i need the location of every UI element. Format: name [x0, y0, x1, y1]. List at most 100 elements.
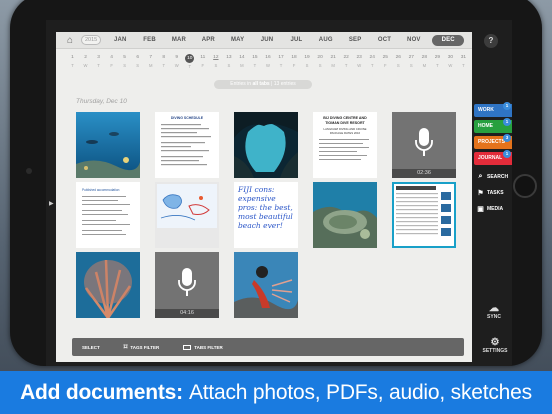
photo-tile-divers[interactable] [76, 112, 140, 178]
day-23[interactable]: 23 W [355, 54, 364, 74]
tab-projects[interactable]: PROJECTS 3 [474, 134, 512, 149]
media-button[interactable]: ▣ MEDIA [476, 202, 512, 216]
note-tile-fiji[interactable]: FIJI cons: expensive pros: the best, mos… [234, 182, 298, 248]
cloud-icon: ☁ [489, 303, 499, 314]
month-apr[interactable]: APR [197, 37, 219, 43]
day-21[interactable]: 21 M [329, 54, 338, 74]
audio-tile-1[interactable]: 02:36 [392, 112, 456, 178]
year-selector[interactable]: 2015 [81, 35, 102, 45]
day-28[interactable]: 28 M [420, 54, 429, 74]
day-9[interactable]: 9W [172, 54, 181, 74]
day-17[interactable]: 17 T [277, 54, 286, 74]
tasks-button[interactable]: ⚑ TASKS [476, 186, 512, 200]
tab-journal[interactable]: JOURNAL 1 [474, 150, 512, 165]
month-aug[interactable]: AUG [315, 37, 337, 43]
tab-home[interactable]: HOME 1 [474, 118, 512, 133]
help-button[interactable]: ? [484, 34, 498, 48]
day-18[interactable]: 18 F [290, 54, 299, 74]
day-10[interactable]: 10 T [185, 54, 195, 74]
photo-tile-cave[interactable] [234, 112, 298, 178]
month-oct[interactable]: OCT [373, 37, 395, 43]
settings-button[interactable]: ⚙ SETTINGS [480, 338, 510, 355]
day-6[interactable]: 6S [133, 54, 142, 74]
month-jan[interactable]: JAN [109, 37, 131, 43]
day-number: 30 [447, 55, 454, 60]
day-4[interactable]: 4F [107, 54, 116, 74]
day-13[interactable]: 13 S [224, 54, 233, 74]
month-jul[interactable]: JUL [285, 37, 307, 43]
tabs-icon [183, 344, 192, 350]
day-29[interactable]: 29 T [433, 54, 442, 74]
document-tile-accommodation[interactable]: Published accommodation [76, 182, 140, 248]
day-16[interactable]: 16 W [263, 54, 272, 74]
day-7[interactable]: 7M [146, 54, 155, 74]
day-12[interactable]: 12 S [211, 54, 220, 74]
month-nov[interactable]: NOV [403, 37, 425, 43]
day-31[interactable]: 31 T [459, 54, 468, 74]
day-14[interactable]: 14 M [237, 54, 246, 74]
weekday-letter: S [123, 63, 127, 68]
weekday-letter: M [331, 63, 335, 68]
day-22[interactable]: 22 T [342, 54, 351, 74]
photo-tile-seafan[interactable] [76, 252, 140, 318]
day-number: 18 [291, 55, 297, 60]
select-button[interactable]: SELECT [82, 345, 100, 350]
ipad-frame: ▶ ? ⌂ 2015 JAN FEB MAR APR MAY JUN JUL AUG SEP OC… [10, 0, 542, 366]
day-20[interactable]: 20 S [316, 54, 325, 74]
day-3[interactable]: 3T [94, 54, 103, 74]
weekday-letter: S [409, 63, 413, 68]
tab-badge: 1 [503, 150, 511, 158]
photo-divers [76, 112, 140, 178]
weekday-letter: F [383, 63, 387, 68]
day-19[interactable]: 19 S [303, 54, 312, 74]
weekday-letter: T [188, 64, 192, 69]
day-24[interactable]: 24 T [368, 54, 377, 74]
day-30[interactable]: 30 W [446, 54, 455, 74]
audio-duration: 02:36 [392, 169, 456, 178]
month-dec[interactable]: DEC [432, 34, 465, 46]
day-25[interactable]: 25 F [381, 54, 390, 74]
home-icon[interactable]: ⌂ [64, 34, 76, 46]
sync-button[interactable]: ☁ SYNC [482, 303, 506, 321]
weekday-letter: F [201, 63, 205, 68]
collapse-arrow-icon[interactable]: ▶ [49, 200, 54, 207]
doc-lines [319, 139, 369, 160]
day-1[interactable]: 1T [68, 54, 77, 74]
day-11[interactable]: 11 F [198, 54, 207, 74]
weekday-letter: T [71, 63, 74, 68]
day-26[interactable]: 26 S [394, 54, 403, 74]
photo-coral [313, 182, 377, 248]
home-button[interactable] [513, 174, 537, 198]
day-number: 24 [369, 55, 375, 60]
day-2[interactable]: 2W [81, 54, 90, 74]
document-tile-schedule[interactable]: DIVING SCHEDULE [155, 112, 219, 178]
day-number: 27 [408, 55, 414, 60]
month-may[interactable]: MAY [227, 37, 249, 43]
app-screen: ▶ ? ⌂ 2015 JAN FEB MAR APR MAY JUN JUL AUG SEP OC… [46, 20, 512, 366]
month-jun[interactable]: JUN [256, 37, 278, 43]
date-header: Thursday, Dec 10 [76, 98, 127, 105]
month-sep[interactable]: SEP [344, 37, 366, 43]
day-15[interactable]: 15 T [250, 54, 259, 74]
weekday-letter: W [265, 63, 270, 68]
photo-tile-lionfish[interactable] [234, 252, 298, 318]
tab-work[interactable]: WORK 1 [474, 102, 512, 117]
day-8[interactable]: 8T [159, 54, 168, 74]
search-button[interactable]: ⌕ SEARCH [476, 170, 512, 184]
document-tile-resort[interactable]: BIJ DIVING CENTRE AND TIOMAN DIVE RESORT… [313, 112, 377, 178]
audio-tile-2[interactable]: 04:16 [155, 252, 219, 318]
month-mar[interactable]: MAR [168, 37, 190, 43]
day-number: 31 [460, 55, 467, 60]
sketch-tile-map[interactable] [155, 182, 219, 248]
day-27[interactable]: 27 S [407, 54, 416, 74]
tags-filter-button[interactable]: ⌑ TAGS FILTER [124, 343, 159, 351]
day-5[interactable]: 5S [120, 54, 129, 74]
month-bar: ⌂ 2015 JAN FEB MAR APR MAY JUN JUL AUG SEP OCT NOV… [56, 32, 472, 49]
tabs-filter-button[interactable]: TABS FILTER [183, 344, 223, 350]
document-tile-table[interactable] [392, 182, 456, 248]
month-feb[interactable]: FEB [139, 37, 161, 43]
photo-tile-coral[interactable] [313, 182, 377, 248]
day-number: 28 [421, 55, 428, 60]
photo-cave [234, 112, 298, 178]
weekday-letter: M [148, 63, 153, 68]
